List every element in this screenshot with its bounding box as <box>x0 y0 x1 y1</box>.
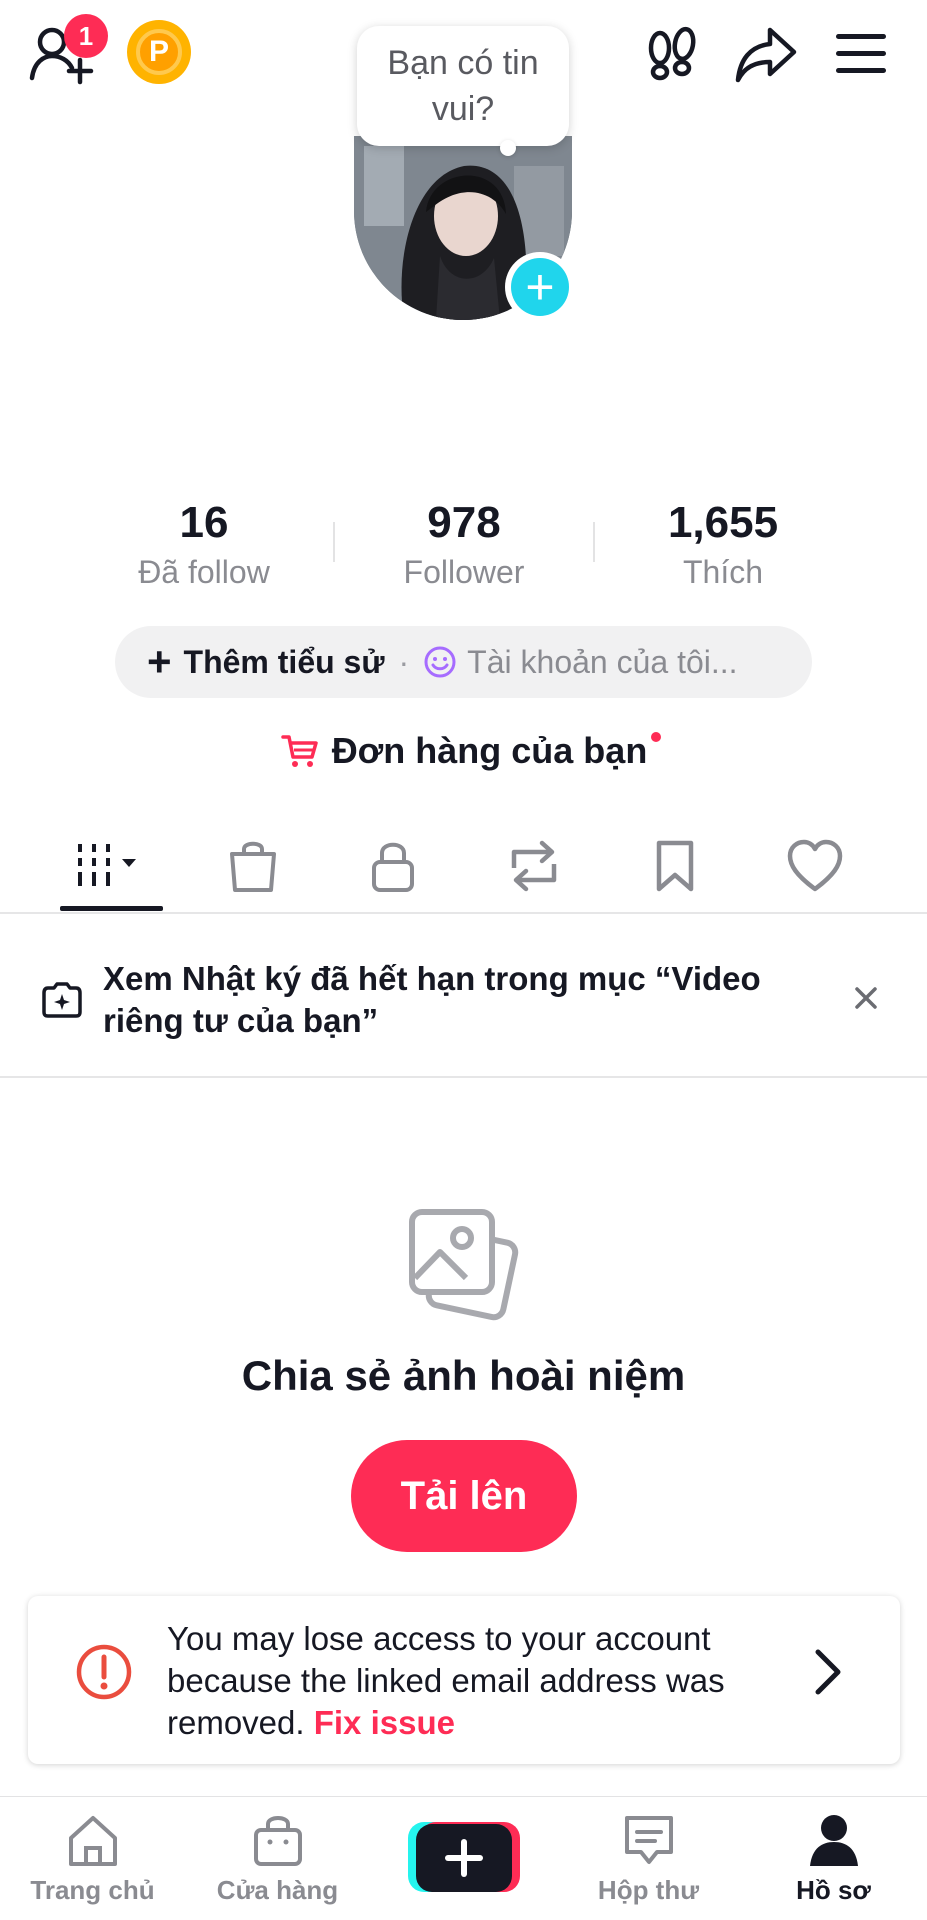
shop-icon <box>253 1816 302 1866</box>
nav-profile-label: Hồ sơ <box>796 1875 871 1905</box>
chevron-right-icon <box>808 1646 848 1698</box>
bio-pill: + Thêm tiểu sử · Tài khoản của tôi... <box>115 626 812 698</box>
notice-text: Xem Nhật ký đã hết hạn trong mục “Video … <box>103 960 761 1039</box>
photos-icon <box>406 1206 522 1322</box>
stat-divider <box>333 522 335 562</box>
nav-profile[interactable]: Hồ sơ <box>741 1812 926 1906</box>
add-bio-button[interactable]: + Thêm tiểu sử <box>147 641 385 683</box>
inbox-icon <box>624 1816 673 1864</box>
share-icon <box>735 27 797 83</box>
bookmark-icon <box>656 840 694 892</box>
orders-row: Đơn hàng của bạn <box>0 730 927 780</box>
footprints-button[interactable] <box>642 24 702 84</box>
fix-issue-link[interactable]: Fix issue <box>314 1704 455 1741</box>
plus-icon: + <box>511 258 569 316</box>
shopping-bag-icon <box>230 841 276 892</box>
nav-home-label: Trang chủ <box>30 1875 155 1905</box>
nav-inbox-label: Hộp thư <box>597 1875 700 1905</box>
upload-button[interactable]: Tải lên <box>351 1440 577 1552</box>
tabs-divider <box>0 912 927 914</box>
orders-dot <box>651 732 662 742</box>
caret-down-icon <box>122 859 136 867</box>
stat-following-value: 16 <box>179 498 229 547</box>
close-notice-button[interactable] <box>848 980 884 1016</box>
bio-separator: · <box>398 643 410 680</box>
lock-icon <box>372 842 414 892</box>
add-avatar-button[interactable]: + <box>505 252 575 322</box>
nav-shop-label: Cửa hàng <box>216 1875 339 1905</box>
stat-likes-value: 1,655 <box>667 498 779 547</box>
hamburger-icon <box>836 34 886 73</box>
add-friends-button[interactable]: 1 <box>28 14 108 85</box>
tab-private[interactable] <box>323 826 463 906</box>
tab-liked[interactable] <box>745 826 885 906</box>
bottom-nav-divider <box>0 1796 927 1797</box>
coin-button[interactable]: P <box>127 20 191 84</box>
tab-shop[interactable] <box>183 826 323 906</box>
cart-icon <box>280 735 318 767</box>
tab-saved[interactable] <box>605 826 745 906</box>
heart-icon <box>787 839 843 892</box>
stat-likes[interactable]: 1,655 Thích <box>603 498 843 591</box>
repost-icon <box>511 840 557 892</box>
empty-state-title: Chia sẻ ảnh hoài niệm <box>241 1352 686 1399</box>
sparkle-frame-icon <box>40 978 84 1022</box>
stat-following[interactable]: 16 Đã follow <box>84 498 324 591</box>
orders-button[interactable]: Đơn hàng của bạn <box>280 730 662 772</box>
nav-home[interactable]: Trang chủ <box>0 1812 185 1906</box>
tab-reposts[interactable] <box>464 826 604 906</box>
stat-divider <box>593 522 595 562</box>
content-tabs <box>0 826 927 914</box>
active-tab-indicator <box>60 906 163 911</box>
create-button[interactable] <box>408 1820 520 1896</box>
menu-button[interactable] <box>834 28 890 78</box>
account-type-label: Tài khoản của tôi... <box>467 643 738 680</box>
stat-likes-label: Thích <box>682 554 764 590</box>
tab-videos[interactable] <box>42 826 182 906</box>
warning-text: You may lose access to your account beca… <box>167 1618 787 1744</box>
grid-icon <box>78 844 136 886</box>
footprints-icon <box>648 26 696 81</box>
nav-shop[interactable]: Cửa hàng <box>185 1812 370 1906</box>
coin-icon: P <box>136 29 182 75</box>
status-bubble[interactable]: Bạn có tin vui? <box>357 26 569 146</box>
orders-label: Đơn hàng của bạn <box>331 730 648 771</box>
bubble-tail <box>500 140 516 156</box>
create-plus-icon <box>408 1822 520 1892</box>
account-type-button[interactable]: Tài khoản của tôi... <box>423 643 738 681</box>
warning-icon <box>74 1642 134 1702</box>
nav-inbox[interactable]: Hộp thư <box>556 1812 741 1906</box>
notice-divider <box>0 1076 927 1078</box>
smiley-icon <box>424 646 456 678</box>
stat-followers[interactable]: 978 Follower <box>344 498 584 591</box>
plus-icon: + <box>147 638 172 685</box>
add-bio-label: Thêm tiểu sử <box>183 643 385 680</box>
close-icon <box>855 987 877 1009</box>
notification-badge: 1 <box>64 14 108 58</box>
stat-followers-value: 978 <box>427 498 501 547</box>
share-button[interactable] <box>734 24 798 84</box>
profile-icon <box>809 1815 858 1866</box>
home-icon <box>68 1816 117 1866</box>
stat-following-label: Đã follow <box>138 554 270 590</box>
stat-followers-label: Follower <box>403 554 525 590</box>
